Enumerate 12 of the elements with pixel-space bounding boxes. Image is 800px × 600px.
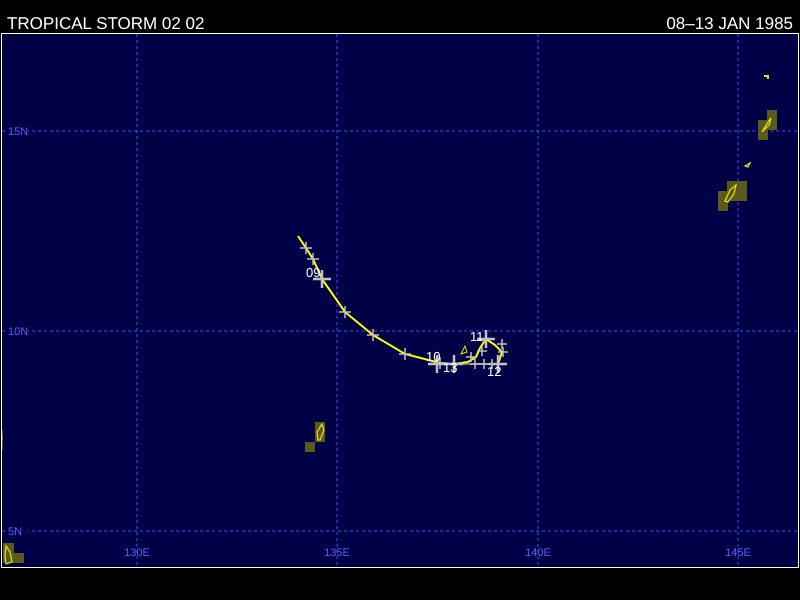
- latitude-label: 10N: [8, 326, 28, 338]
- longitude-label: 130E: [124, 547, 150, 559]
- longitude-label: 135E: [324, 547, 350, 559]
- triangle-icon: [460, 344, 468, 355]
- longitude-label: 145E: [725, 547, 751, 559]
- latitude-label: 5N: [8, 526, 22, 538]
- date-range: 08–13 JAN 1985: [666, 15, 793, 32]
- storm-title: TROPICAL STORM 02 02: [7, 15, 204, 32]
- track-day-label: 12: [487, 364, 502, 379]
- longitude-label: 140E: [525, 547, 551, 559]
- track-day-label: 11: [470, 329, 484, 344]
- latitude-label: 15N: [8, 126, 28, 138]
